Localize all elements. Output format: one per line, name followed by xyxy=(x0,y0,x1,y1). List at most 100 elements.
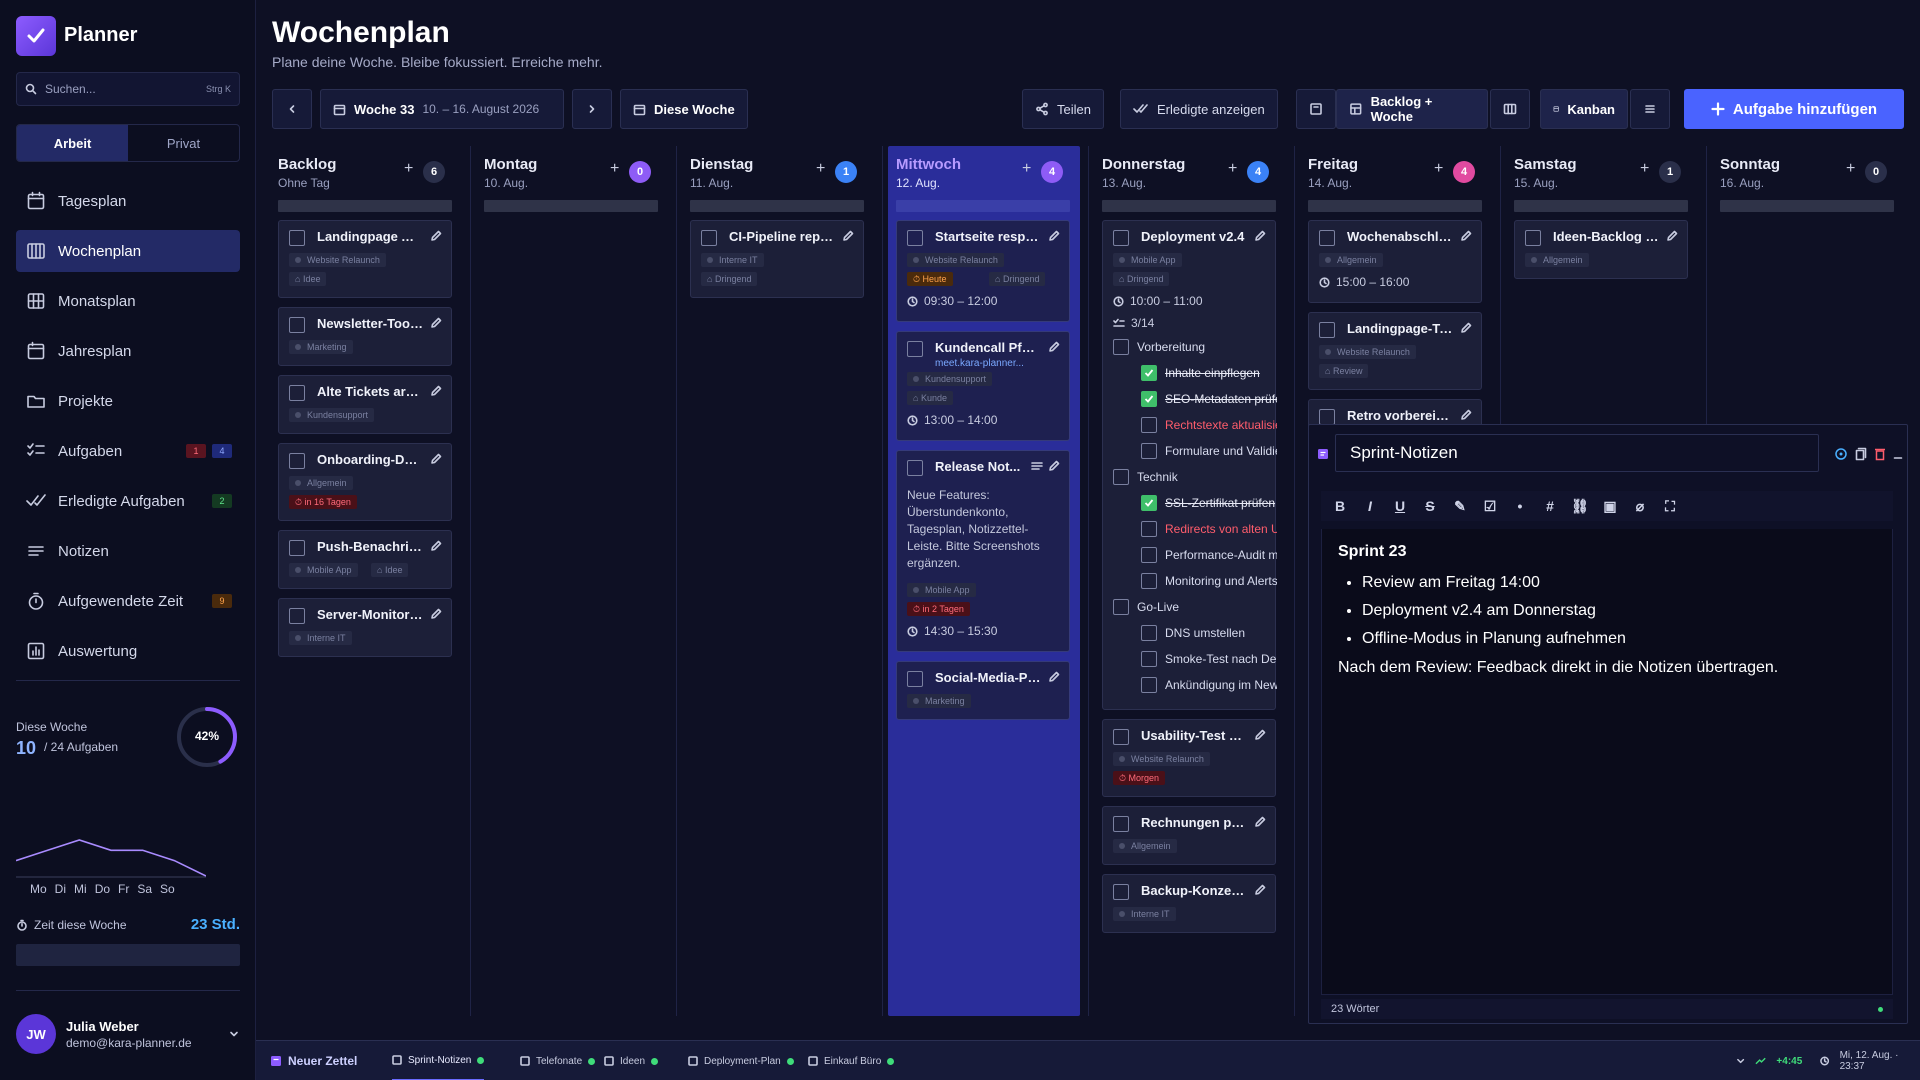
checklist-checkbox[interactable] xyxy=(1141,417,1157,433)
task-card[interactable]: Release Not... Neue Features: Überstunden… xyxy=(896,450,1070,652)
checklist-item[interactable]: Smoke-Test nach Deploy xyxy=(1141,651,1277,667)
tool-numbered-list-icon[interactable]: # xyxy=(1541,497,1559,515)
show-done-button[interactable]: Erledigte anzeigen xyxy=(1120,89,1278,129)
sidebar-item-monatsplan[interactable]: Monatsplan xyxy=(16,280,240,322)
edit-icon[interactable] xyxy=(429,539,443,553)
checklist-checkbox[interactable] xyxy=(1141,521,1157,537)
task-card[interactable]: Onboarding-Dok... Allgemein ⏱ in 16 Tagen xyxy=(278,443,452,521)
checklist-item[interactable]: SSL-Zertifikat prüfen xyxy=(1141,495,1275,511)
edit-icon[interactable] xyxy=(1047,670,1061,684)
add-task-to-column-button[interactable]: + xyxy=(1022,160,1031,178)
trash-icon[interactable] xyxy=(1874,447,1886,461)
column-drop-zone[interactable] xyxy=(484,200,658,212)
checklist-checkbox[interactable] xyxy=(1113,339,1129,355)
task-card[interactable]: Startseite respo... Website Relaunch ⏱ Heu… xyxy=(896,220,1070,322)
sidebar-item-auswertung[interactable]: Auswertung xyxy=(16,630,240,672)
edit-icon[interactable] xyxy=(841,229,855,243)
task-checkbox[interactable] xyxy=(1113,729,1129,745)
add-task-button[interactable]: Aufgabe hinzufügen xyxy=(1684,89,1904,129)
backlog-toggle-button[interactable] xyxy=(1296,89,1336,129)
tool-link-icon[interactable]: ⛓ xyxy=(1571,497,1589,515)
edit-icon[interactable] xyxy=(429,316,443,330)
edit-icon[interactable] xyxy=(1459,229,1473,243)
column-drop-zone[interactable] xyxy=(1720,200,1894,212)
checklist-checkbox[interactable] xyxy=(1141,677,1157,693)
tool-fullscreen-icon[interactable]: ⛶ xyxy=(1661,497,1679,515)
checklist-item[interactable]: Rechtstexte aktualisieren xyxy=(1141,417,1277,433)
checklist-item[interactable]: DNS umstellen xyxy=(1141,625,1245,641)
user-menu[interactable]: JW Julia Weber demo@kara-planner.de xyxy=(16,1014,240,1054)
task-checkbox[interactable] xyxy=(1113,884,1129,900)
kanban-button[interactable]: Kanban xyxy=(1540,89,1628,129)
checklist-checkbox[interactable] xyxy=(1141,625,1157,641)
column-drop-zone[interactable] xyxy=(1514,200,1688,212)
task-checkbox[interactable] xyxy=(289,385,305,401)
task-checkbox[interactable] xyxy=(907,460,923,476)
note-tab[interactable]: Deployment-Plan xyxy=(688,1041,794,1080)
edit-icon[interactable] xyxy=(429,229,443,243)
edit-icon[interactable] xyxy=(429,384,443,398)
checklist-item[interactable]: Technik xyxy=(1113,469,1178,485)
edit-icon[interactable] xyxy=(1459,321,1473,335)
task-checkbox[interactable] xyxy=(1319,322,1335,338)
new-note-button[interactable]: Neuer Zettel xyxy=(270,1041,357,1080)
checklist-checkbox[interactable] xyxy=(1113,599,1129,615)
checklist-item[interactable]: Monitoring und Alerts xyxy=(1141,573,1277,589)
add-task-to-column-button[interactable]: + xyxy=(816,160,825,178)
checklist-checkbox[interactable] xyxy=(1141,365,1157,381)
column-drop-zone[interactable] xyxy=(278,200,452,212)
checklist-item[interactable]: Inhalte einpflegen xyxy=(1141,365,1260,381)
task-checkbox[interactable] xyxy=(907,230,923,246)
tool-image-icon[interactable]: ▣ xyxy=(1601,497,1619,515)
list-view-button[interactable] xyxy=(1630,89,1670,129)
add-task-to-column-button[interactable]: + xyxy=(404,160,413,178)
checklist-checkbox[interactable] xyxy=(1141,495,1157,511)
sidebar-item-aufgewendete-zeit[interactable]: Aufgewendete Zeit 9 xyxy=(16,580,240,622)
task-checkbox[interactable] xyxy=(1525,230,1541,246)
sidebar-item-projekte[interactable]: Projekte xyxy=(16,380,240,422)
note-tab[interactable]: Ideen xyxy=(604,1041,659,1080)
edit-icon[interactable] xyxy=(1047,229,1061,243)
task-checkbox[interactable] xyxy=(289,317,305,333)
sidebar-item-tagesplan[interactable]: Tagesplan xyxy=(16,180,240,222)
note-tab[interactable]: Sprint-Notizen xyxy=(392,1041,485,1080)
next-week-button[interactable] xyxy=(572,89,612,129)
chevron-down-icon[interactable] xyxy=(228,1028,240,1040)
tool-u-icon[interactable]: U xyxy=(1391,497,1409,515)
sidebar-item-notizen[interactable]: Notizen xyxy=(16,530,240,572)
backlog-week-button[interactable]: Backlog + Woche xyxy=(1336,89,1488,129)
task-card[interactable]: Backup-Konzept... Interne IT xyxy=(1102,874,1276,933)
task-checkbox[interactable] xyxy=(289,540,305,556)
checklist-item[interactable]: Formulare und Validierung xyxy=(1141,443,1277,459)
edit-icon[interactable] xyxy=(429,607,443,621)
tool-b-icon[interactable]: B xyxy=(1331,497,1349,515)
add-task-to-column-button[interactable]: + xyxy=(1846,160,1855,178)
task-checkbox[interactable] xyxy=(907,341,923,357)
checklist-item[interactable]: Redirects von alten URLs xyxy=(1141,521,1277,537)
edit-icon[interactable] xyxy=(1047,459,1061,473)
tool-highlight-icon[interactable]: ✎ xyxy=(1451,497,1469,515)
edit-icon[interactable] xyxy=(1253,883,1267,897)
tool-checklist-icon[interactable]: ☑ xyxy=(1481,497,1499,515)
note-editor[interactable]: Sprint 23 Review am Freitag 14:00Deploym… xyxy=(1321,529,1893,995)
edit-icon[interactable] xyxy=(1047,340,1061,354)
edit-icon[interactable] xyxy=(1665,229,1679,243)
task-card[interactable]: Usability-Test d... Website Relaunch ⏱ Mor… xyxy=(1102,719,1276,797)
sidebar-item-erledigte-aufgaben[interactable]: Erledigte Aufgaben 2 xyxy=(16,480,240,522)
edit-icon[interactable] xyxy=(1459,408,1473,422)
edit-icon[interactable] xyxy=(1253,728,1267,742)
add-task-to-column-button[interactable]: + xyxy=(1228,160,1237,178)
task-card[interactable]: Server-Monitori... Interne IT xyxy=(278,598,452,657)
task-card[interactable]: Alte Tickets arc... Kundensupport xyxy=(278,375,452,434)
chevron-down-icon[interactable] xyxy=(1736,1056,1745,1066)
task-checkbox[interactable] xyxy=(701,230,717,246)
prev-week-button[interactable] xyxy=(272,89,312,129)
note-title-input[interactable]: Sprint-Notizen xyxy=(1335,434,1819,472)
edit-icon[interactable] xyxy=(429,452,443,466)
checklist-item[interactable]: SEO-Metadaten prüfen xyxy=(1141,391,1277,407)
mode-work-button[interactable]: Arbeit xyxy=(17,125,128,161)
task-checkbox[interactable] xyxy=(1319,409,1335,425)
column-drop-zone[interactable] xyxy=(1308,200,1482,212)
task-card[interactable]: Landingpage-Te... Website Relaunch ⌂ Revie… xyxy=(1308,312,1482,390)
note-tab[interactable]: Einkauf Büro xyxy=(808,1041,895,1080)
